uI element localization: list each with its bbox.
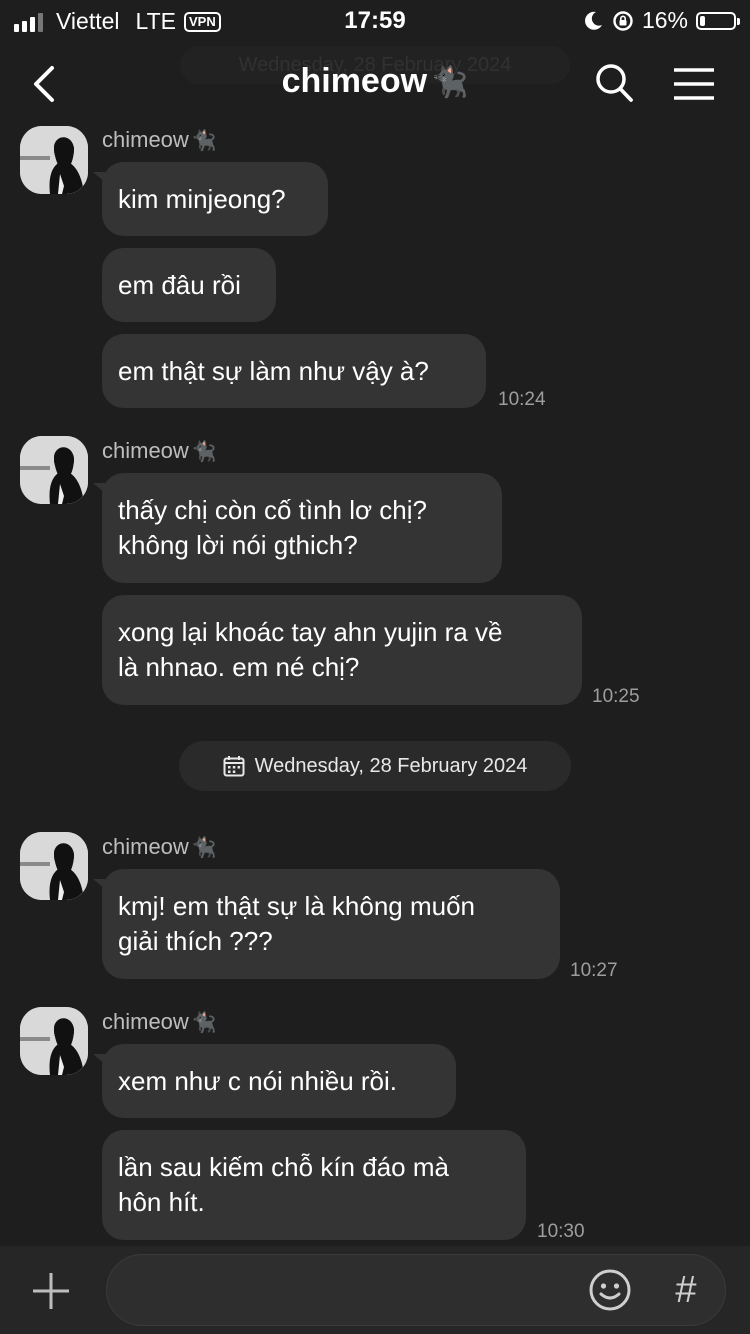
hamburger-menu-icon xyxy=(674,68,714,100)
menu-button[interactable] xyxy=(672,66,716,102)
avatar-photo xyxy=(20,436,88,504)
search-button[interactable] xyxy=(594,62,634,104)
battery-percentage: 16% xyxy=(641,7,688,33)
status-bar: Viettel LTE VPN 17:59 16% xyxy=(0,0,750,40)
sender-name-text: chimeow xyxy=(102,1009,189,1034)
battery-icon xyxy=(696,11,740,30)
message-bubble[interactable]: thấy chị còn cố tình lơ chị? không lời n… xyxy=(93,473,502,583)
battery-level xyxy=(700,15,706,26)
sender-name-text: chimeow xyxy=(102,834,189,859)
message-bubble[interactable]: xem như c nói nhiều rồi. xyxy=(93,1044,456,1118)
chat-title-text: chimeow xyxy=(281,62,428,100)
status-right: 16% xyxy=(582,7,740,34)
date-separator-text: Wednesday, 28 February 2024 xyxy=(254,754,528,777)
message-bubble[interactable]: xong lại khoác tay ahn yujin ra về là nh… xyxy=(102,595,582,705)
chat-screen: Viettel LTE VPN 17:59 16% Wednesday, 28 … xyxy=(0,0,750,1334)
avatar-photo xyxy=(20,832,88,900)
black-cat-emoji: 🐈‍⬛ xyxy=(431,66,469,99)
black-cat-emoji: 🐈‍⬛ xyxy=(191,837,217,859)
message-input[interactable] xyxy=(106,1254,726,1326)
message-input-bar xyxy=(0,1246,750,1334)
chat-header: Wednesday, 28 February 2024 chimeow 🐈‍⬛ xyxy=(0,40,750,128)
message-bubble[interactable]: kmj! em thật sự là không muốn giải thích… xyxy=(93,869,560,979)
emoji-smile-icon xyxy=(589,1269,631,1311)
moon-icon xyxy=(585,11,602,30)
attach-button[interactable] xyxy=(30,1270,72,1312)
sender-avatar[interactable] xyxy=(20,1007,88,1075)
message-time: 10:30 xyxy=(537,1221,585,1242)
message-bubble[interactable]: kim minjeong? xyxy=(93,162,328,236)
message-time: 10:24 xyxy=(498,389,546,410)
sender-name-text: chimeow xyxy=(102,127,189,152)
chat-title: chimeow 🐈‍⬛ xyxy=(0,62,750,101)
message-time: 10:25 xyxy=(592,686,640,707)
sender-avatar[interactable] xyxy=(20,832,88,900)
avatar-photo xyxy=(20,1007,88,1075)
sender-name: chimeow 🐈‍⬛ xyxy=(102,438,217,464)
message-time: 10:27 xyxy=(570,960,618,981)
sender-name: chimeow 🐈‍⬛ xyxy=(102,1009,217,1035)
emoji-button[interactable] xyxy=(588,1268,632,1312)
avatar-photo xyxy=(20,126,88,194)
message-bubble[interactable]: em đâu rồi xyxy=(102,248,276,322)
date-separator: Wednesday, 28 February 2024 xyxy=(179,741,571,791)
hashtag-button[interactable]: # xyxy=(668,1268,704,1312)
message-bubble[interactable]: em thật sự làm như vậy à? xyxy=(102,334,486,408)
rotation-lock-icon xyxy=(613,10,633,31)
plus-icon xyxy=(33,1273,69,1309)
sender-avatar[interactable] xyxy=(20,436,88,504)
sender-name-text: chimeow xyxy=(102,438,189,463)
calendar-icon xyxy=(223,756,245,777)
message-bubble[interactable]: lần sau kiếm chỗ kín đáo mà hôn hít. xyxy=(102,1130,526,1240)
sender-avatar[interactable] xyxy=(20,126,88,194)
search-icon xyxy=(596,64,633,102)
black-cat-emoji: 🐈‍⬛ xyxy=(191,441,217,463)
sender-name: chimeow 🐈‍⬛ xyxy=(102,834,217,860)
black-cat-emoji: 🐈‍⬛ xyxy=(191,130,217,152)
sender-name: chimeow 🐈‍⬛ xyxy=(102,127,217,153)
black-cat-emoji: 🐈‍⬛ xyxy=(191,1012,217,1034)
